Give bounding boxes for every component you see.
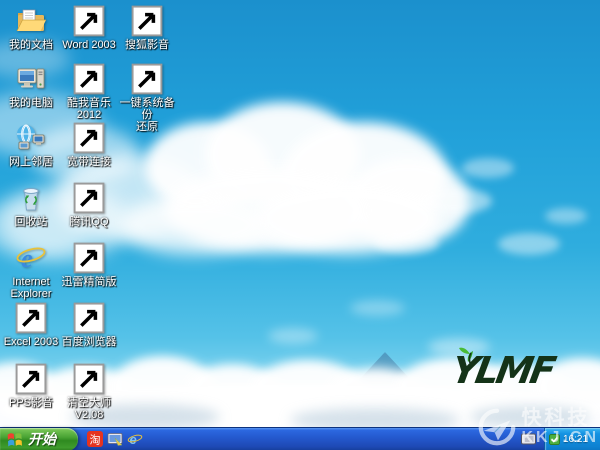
desktop-icon-tencent-qq[interactable]: 腾讯QQ [60, 182, 118, 228]
kuwo-music-icon: KK [73, 63, 105, 95]
shortcut-arrow-icon [15, 363, 47, 395]
pps-video-icon [15, 363, 47, 395]
desktop-icon-label: 搜狐影音 [125, 39, 169, 51]
broadband-connection-icon [73, 122, 105, 154]
desktop-icon-label: 我的电脑 [9, 97, 53, 109]
desktop: 我的文档我的电脑网上邻居回收站 e Internet ExplorerX Excel … [0, 0, 600, 450]
svg-text:e: e [21, 244, 33, 273]
desktop-icon-label: Excel 2003 [3, 336, 59, 348]
desktop-icon-word-2003[interactable]: W Word 2003 [60, 5, 118, 51]
shortcut-arrow-icon [73, 302, 105, 334]
kkj-domain: KKJ.CN [521, 429, 599, 446]
desktop-icon-label: 百度浏览器 [61, 336, 117, 348]
my-documents-icon [15, 5, 47, 37]
desktop-icon-label: 宽带连接 [67, 156, 111, 168]
desktop-icon-my-computer[interactable]: 我的电脑 [2, 63, 60, 109]
shortcut-arrow-icon [131, 5, 163, 37]
svg-text:淘: 淘 [90, 434, 101, 447]
desktop-icon-label: 一键系统备份 还原 [119, 97, 175, 133]
internet-explorer-icon: e [15, 242, 47, 274]
desktop-icon-label: 清空大师 V2.08 [67, 397, 111, 421]
desktop-icon-label: Word 2003 [62, 39, 116, 51]
shortcut-arrow-icon [73, 182, 105, 214]
start-button[interactable]: 开始 [0, 427, 78, 450]
quicklaunch-ie-quicklaunch-icon[interactable]: e [127, 431, 143, 447]
start-button-label: 开始 [28, 431, 56, 447]
desktop-icon-onekey-backup[interactable]: 一键系统备份 还原 [118, 63, 176, 133]
desktop-icon-pps-video[interactable]: PPS影音 [2, 363, 60, 409]
shortcut-arrow-icon [73, 5, 105, 37]
quicklaunch-taobao-icon[interactable]: 淘 [87, 431, 103, 447]
desktop-icon-qingkong-master[interactable]: 清空大师 V2.08 [60, 363, 118, 421]
desktop-icon-label: 网上邻居 [9, 156, 53, 168]
ylmf-watermark: YLMF [448, 347, 556, 392]
desktop-icon-excel-2003[interactable]: X Excel 2003 [2, 302, 60, 348]
desktop-icon-label: 我的文档 [9, 39, 53, 51]
excel-2003-icon: X [15, 302, 47, 334]
shortcut-arrow-icon [15, 302, 47, 334]
desktop-icon-recycle-bin[interactable]: 回收站 [2, 182, 60, 228]
onekey-backup-icon [131, 63, 163, 95]
paper-plane-icon [479, 408, 516, 446]
desktop-icon-broadband-connection[interactable]: 宽带连接 [60, 122, 118, 168]
kkj-title: 快科技 [521, 407, 591, 429]
shortcut-arrow-icon [73, 63, 105, 95]
network-places-icon [15, 122, 47, 154]
desktop-icon-baidu-browser[interactable]: 百度浏览器 [60, 302, 118, 348]
word-2003-icon: W [73, 5, 105, 37]
desktop-icon-network-places[interactable]: 网上邻居 [2, 122, 60, 168]
ylmf-logo-text: YLMF [448, 349, 557, 392]
shortcut-arrow-icon [73, 242, 105, 274]
quick-launch-bar: 淘e [87, 431, 143, 447]
desktop-icon-kuwo-music[interactable]: KK酷我音乐 2012 [60, 63, 118, 121]
desktop-icon-label: 迅雷精简版 [61, 276, 117, 288]
tencent-qq-icon [73, 182, 105, 214]
xunlei-lite-icon [73, 242, 105, 274]
windows-flag-icon [7, 432, 22, 446]
shortcut-arrow-icon [73, 122, 105, 154]
svg-text:e: e [130, 432, 137, 447]
desktop-icon-label: 腾讯QQ [69, 216, 109, 228]
qingkong-master-icon [73, 363, 105, 395]
desktop-icon-label: Internet Explorer [10, 276, 52, 300]
kkj-watermark: 快科技 KKJ.CN [476, 406, 599, 448]
desktop-icon-internet-explorer[interactable]: e Internet Explorer [2, 242, 60, 300]
desktop-icon-my-documents[interactable]: 我的文档 [2, 5, 60, 51]
baidu-browser-icon [73, 302, 105, 334]
my-computer-icon [15, 63, 47, 95]
desktop-icon-xunlei-lite[interactable]: 迅雷精简版 [60, 242, 118, 288]
shortcut-arrow-icon [73, 363, 105, 395]
desktop-icon-label: 酷我音乐 2012 [67, 97, 111, 121]
desktop-icon-sohu-video[interactable]: 搜狐影音 [118, 5, 176, 51]
quicklaunch-show-desktop-icon[interactable] [107, 431, 123, 447]
sohu-video-icon [131, 5, 163, 37]
desktop-icon-label: 回收站 [14, 216, 48, 228]
shortcut-arrow-icon [131, 63, 163, 95]
desktop-icon-label: PPS影音 [8, 397, 53, 409]
recycle-bin-icon [15, 182, 47, 214]
